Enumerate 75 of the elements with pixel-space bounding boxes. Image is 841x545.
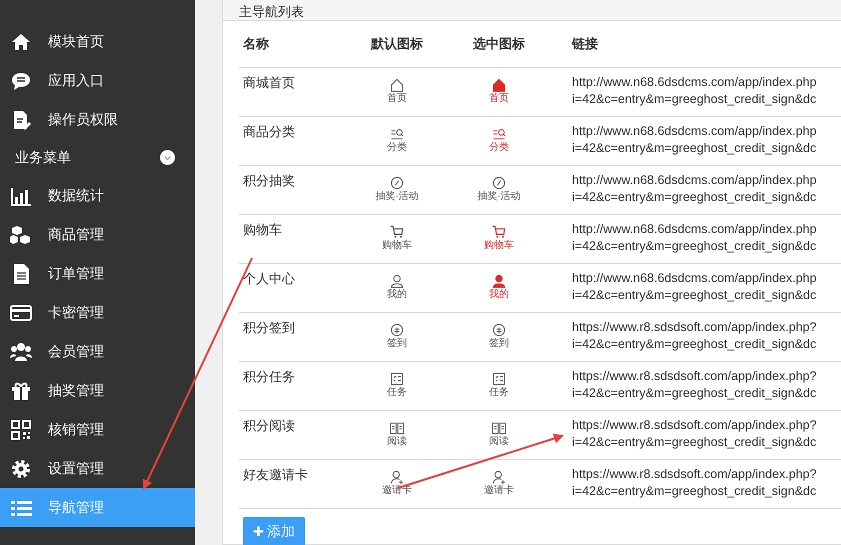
cubes-icon — [10, 224, 32, 246]
sidebar-item[interactable]: 卡密管理 — [0, 293, 195, 332]
icon-caption: 阅读 — [489, 436, 509, 448]
icon-caption: 首页 — [489, 93, 509, 105]
icon-caption: 分类 — [489, 142, 509, 154]
gift-icon — [10, 380, 32, 402]
invite-icon — [389, 469, 405, 485]
link-text: http://www.n68.6dsdcms.com/app/index.php — [572, 172, 818, 189]
cart-icon — [389, 224, 405, 240]
link-text: i=42&c=entry&m=greeghost_credit_sign&dc — [572, 140, 818, 157]
table-cell: 积分抽奖 — [243, 173, 295, 188]
table-cell: 商品分类 — [243, 124, 295, 139]
column-header: 名称 — [243, 36, 269, 51]
link-text: i=42&c=entry&m=greeghost_credit_sign&dc — [572, 91, 818, 108]
icon-caption: 我的 — [489, 289, 509, 301]
section-header[interactable]: 业务菜单 — [0, 139, 195, 176]
users-icon — [10, 340, 32, 362]
table-cell: 好友邀请卡 — [243, 467, 308, 482]
compass-icon — [389, 175, 405, 191]
table-cell: 购物车 — [243, 222, 282, 237]
sidebar-item[interactable]: 设置管理 — [0, 449, 195, 488]
link-text: i=42&c=entry&m=greeghost_credit_sign&dc — [572, 434, 818, 451]
icon-caption: 购物车 — [484, 240, 514, 252]
sidebar-item[interactable]: 会员管理 — [0, 332, 195, 371]
book-icon — [389, 420, 405, 436]
link-text: https://www.r8.sdsdsoft.com/app/index.php? — [572, 466, 818, 483]
column-header: 默认图标 — [371, 36, 423, 51]
table-cell: 积分阅读 — [243, 418, 295, 433]
sidebar-item[interactable]: 应用入口 — [0, 61, 195, 100]
icon-caption: 任务 — [489, 387, 509, 399]
icon-caption: 抽奖·活动 — [375, 191, 419, 203]
table-cell: 商城首页 — [243, 75, 295, 90]
column-header: 选中图标 — [473, 36, 525, 51]
link-text: https://www.r8.sdsdsoft.com/app/index.php? — [572, 319, 818, 336]
icon-caption: 购物车 — [382, 240, 412, 252]
icon-caption: 首页 — [387, 93, 407, 105]
sidebar-item[interactable]: 抽奖管理 — [0, 371, 195, 410]
icon-caption: 抽奖·活动 — [477, 191, 521, 203]
qr-icon — [10, 418, 32, 440]
sidebar-item[interactable]: 商品管理 — [0, 215, 195, 254]
sidebar-item[interactable]: 数据统计 — [0, 176, 195, 215]
link-text: http://www.n68.6dsdcms.com/app/index.php — [572, 270, 818, 287]
icon-caption: 阅读 — [387, 436, 407, 448]
task-icon — [389, 371, 405, 387]
gear-icon — [10, 458, 32, 480]
user-icon — [389, 273, 405, 289]
link-text: i=42&c=entry&m=greeghost_credit_sign&dc — [572, 189, 818, 206]
link-text: https://www.r8.sdsdsoft.com/app/index.php? — [572, 368, 818, 385]
icon-caption: 签到 — [489, 338, 509, 350]
link-text: i=42&c=entry&m=greeghost_credit_sign&dc — [572, 385, 818, 402]
icon-caption: 任务 — [387, 387, 407, 399]
table-cell: 积分签到 — [243, 320, 295, 335]
link-text: https://www.r8.sdsdsoft.com/app/index.php? — [572, 417, 818, 434]
sidebar-item[interactable]: 模块首页 — [0, 22, 195, 61]
link-text: http://www.n68.6dsdcms.com/app/index.php — [572, 221, 818, 238]
category-icon — [389, 126, 405, 142]
panel-title: 主导航列表 — [239, 4, 304, 20]
link-text: http://www.n68.6dsdcms.com/app/index.php — [572, 123, 818, 140]
table-cell: 积分任务 — [243, 369, 295, 384]
icon-caption: 签到 — [387, 338, 407, 350]
link-text: i=42&c=entry&m=greeghost_credit_sign&dc — [572, 287, 818, 304]
home-icon — [389, 77, 405, 93]
column-header: 链接 — [572, 36, 598, 51]
sidebar-item[interactable]: 操作员权限 — [0, 100, 195, 139]
icon-caption: 我的 — [387, 289, 407, 301]
sidebar-item[interactable]: 订单管理 — [0, 254, 195, 293]
link-text: i=42&c=entry&m=greeghost_credit_sign&dc — [572, 483, 818, 500]
link-text: http://www.n68.6dsdcms.com/app/index.php — [572, 74, 818, 91]
chevron-icon — [160, 150, 175, 165]
icon-caption: 邀请卡 — [484, 485, 514, 497]
sidebar-item[interactable]: 核销管理 — [0, 410, 195, 449]
link-text: i=42&c=entry&m=greeghost_credit_sign&dc — [572, 238, 818, 255]
link-text: i=42&c=entry&m=greeghost_credit_sign&dc — [572, 336, 818, 353]
icon-caption: 分类 — [387, 142, 407, 154]
table-cell: 个人中心 — [243, 271, 295, 286]
